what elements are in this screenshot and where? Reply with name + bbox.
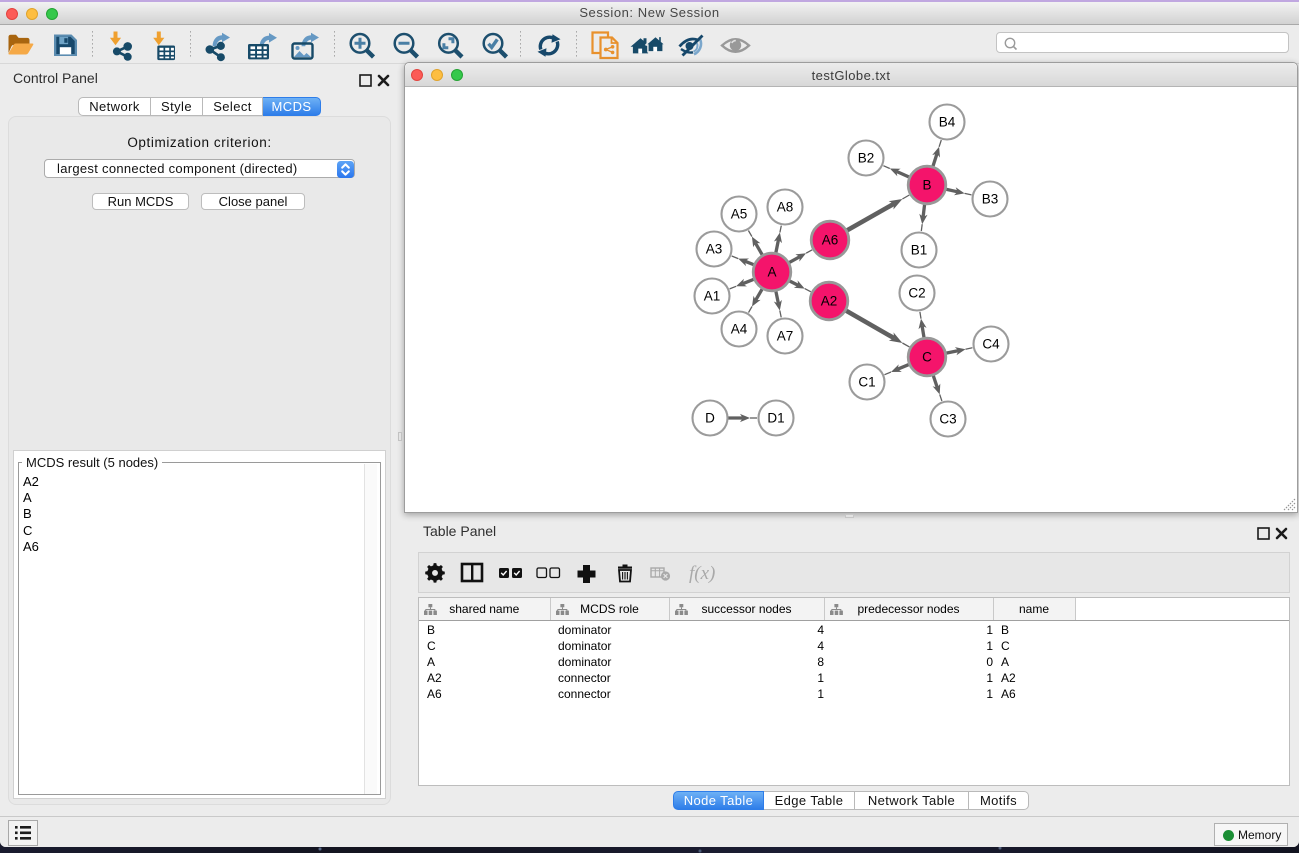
svg-text:B2: B2 [858, 151, 875, 166]
svg-text:D: D [705, 411, 715, 426]
svg-text:C2: C2 [908, 286, 925, 301]
svg-text:A: A [767, 265, 776, 280]
svg-text:A7: A7 [777, 329, 794, 344]
svg-text:C1: C1 [858, 375, 875, 390]
svg-text:f(x): f(x) [689, 563, 715, 584]
svg-text:B1: B1 [911, 243, 928, 258]
svg-text:A8: A8 [777, 200, 794, 215]
svg-text:A2: A2 [821, 294, 838, 309]
svg-text:A4: A4 [731, 322, 748, 337]
svg-text:C4: C4 [982, 337, 1000, 352]
svg-text:D1: D1 [767, 411, 784, 426]
svg-text:B4: B4 [939, 115, 956, 130]
svg-text:C3: C3 [939, 412, 956, 427]
svg-text:C: C [922, 350, 932, 365]
svg-text:B3: B3 [982, 192, 999, 207]
svg-text:A6: A6 [822, 233, 839, 248]
svg-text:A5: A5 [731, 207, 748, 222]
svg-text:A1: A1 [704, 289, 721, 304]
svg-text:A3: A3 [706, 242, 723, 257]
svg-text:B: B [922, 178, 931, 193]
